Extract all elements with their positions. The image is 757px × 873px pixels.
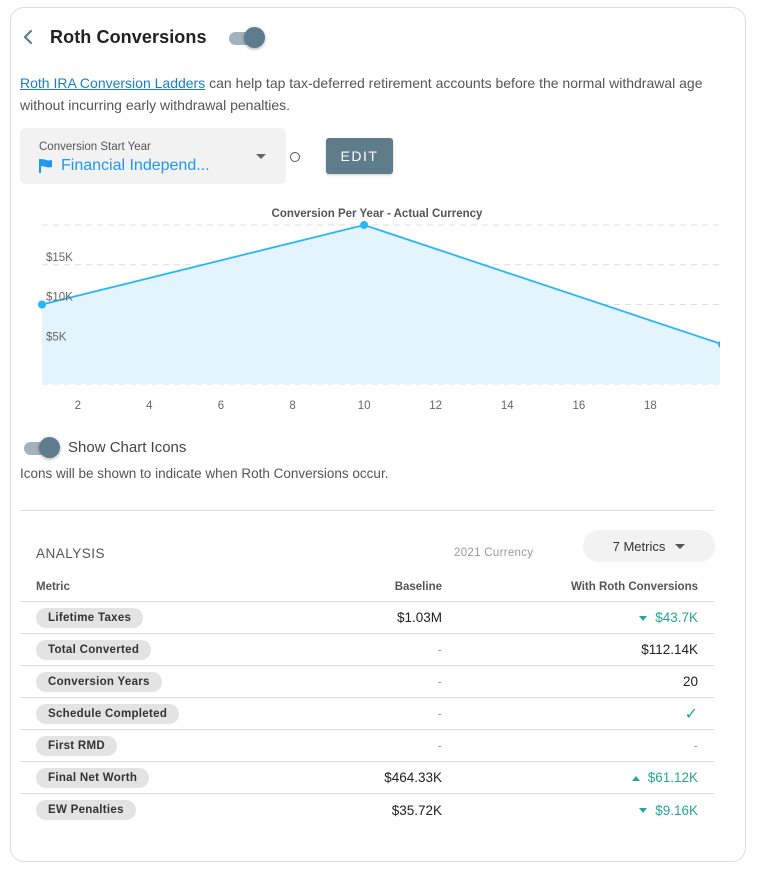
metric-cell: Schedule Completed xyxy=(20,703,320,724)
metric-cell: Conversion Years xyxy=(20,671,320,692)
roth-cell: 20 xyxy=(442,674,714,689)
baseline-cell: - xyxy=(437,706,443,721)
column-header-roth: With Roth Conversions xyxy=(570,580,698,593)
description: Roth IRA Conversion Ladders can help tap… xyxy=(20,72,720,116)
metric-pill[interactable]: EW Penalties xyxy=(36,800,136,820)
metric-cell: Total Converted xyxy=(20,639,320,660)
table-row: Schedule Completed - ✓ xyxy=(20,698,714,730)
trend-up-icon xyxy=(631,775,640,781)
analysis-table: Metric Baseline With Roth Conversions Li… xyxy=(20,572,714,826)
roth-value: $43.7K xyxy=(655,610,698,625)
page-title: Roth Conversions xyxy=(50,26,207,47)
conversion-start-year-select[interactable]: Conversion Start Year Financial Independ… xyxy=(20,128,286,184)
x-tick-label: 8 xyxy=(289,400,295,412)
table-header: Metric Baseline With Roth Conversions xyxy=(20,572,714,602)
roth-cell: ✓ xyxy=(442,704,714,724)
metric-pill[interactable]: Lifetime Taxes xyxy=(36,607,144,628)
roth-cell: $112.14K xyxy=(442,642,714,657)
baseline-cell: - xyxy=(437,674,443,689)
table-row: Total Converted - $112.14K xyxy=(20,634,714,666)
metric-pill[interactable]: Final Net Worth xyxy=(36,767,150,788)
y-tick-label: $15K xyxy=(46,252,73,264)
x-tick-label: 12 xyxy=(429,400,442,412)
metric-cell: EW Penalties xyxy=(20,800,320,820)
divider xyxy=(20,510,714,511)
edit-button[interactable]: EDIT xyxy=(326,138,393,174)
radio-button[interactable] xyxy=(290,152,300,162)
data-point[interactable] xyxy=(38,300,46,309)
table-row: Lifetime Taxes $1.03M $43.7K xyxy=(20,602,714,634)
x-tick-label: 6 xyxy=(218,400,224,412)
toggle-thumb xyxy=(39,437,60,458)
baseline-cell: $35.72K xyxy=(391,802,442,818)
chart-title: Conversion Per Year - Actual Currency xyxy=(272,208,484,220)
roth-value: $61.12K xyxy=(647,770,698,785)
show-chart-icons-toggle[interactable] xyxy=(22,436,60,458)
select-value-text: Financial Independ... xyxy=(61,157,210,174)
currency-label: 2021 Currency xyxy=(454,547,534,559)
x-tick-label: 2 xyxy=(75,400,81,412)
roth-cell: $43.7K xyxy=(442,610,714,625)
chevron-left-icon[interactable] xyxy=(20,27,36,47)
roth-cell: - xyxy=(442,738,714,753)
baseline-cell: $464.33K xyxy=(384,770,442,785)
chevron-down-icon xyxy=(256,154,266,159)
chart-icons-description: Icons will be shown to indicate when Rot… xyxy=(20,466,389,481)
data-point[interactable] xyxy=(360,221,369,229)
metrics-dropdown-label: 7 Metrics xyxy=(612,538,666,554)
chevron-down-icon xyxy=(675,543,686,549)
roth-cell: $61.12K xyxy=(442,770,714,785)
table-row: First RMD - - xyxy=(20,730,714,762)
select-label: Conversion Start Year xyxy=(39,141,151,153)
trend-down-icon xyxy=(639,808,648,814)
table-row: Final Net Worth $464.33K $61.12K xyxy=(20,762,714,794)
baseline-cell: - xyxy=(437,642,443,657)
metric-cell: Final Net Worth xyxy=(20,767,320,788)
show-chart-icons-row: Show Chart Icons xyxy=(22,436,186,458)
roth-cell: $9.16K xyxy=(442,803,714,818)
select-value: Financial Independ... xyxy=(39,157,210,175)
analysis-title: ANALYSIS xyxy=(36,546,106,561)
x-tick-label: 10 xyxy=(358,400,371,412)
metric-cell: Lifetime Taxes xyxy=(20,607,320,628)
baseline-cell: $1.03M xyxy=(396,610,442,625)
baseline-cell: - xyxy=(437,738,443,753)
toggle-thumb xyxy=(243,27,265,48)
y-tick-label: $10K xyxy=(46,292,73,304)
column-header-baseline: Baseline xyxy=(394,580,442,593)
roth-value: 20 xyxy=(682,674,698,689)
x-tick-label: 4 xyxy=(146,400,153,412)
roth-value: - xyxy=(693,738,699,753)
roth-value: $9.16K xyxy=(655,802,698,818)
metric-pill[interactable]: Total Converted xyxy=(36,639,152,660)
metrics-dropdown[interactable]: 7 Metrics xyxy=(583,530,715,562)
table-row: EW Penalties $35.72K $9.16K xyxy=(20,794,714,826)
conversion-chart: $5K $10K $15K 2 4 6 8 10 12 14 16 18 Conversion Pe… xyxy=(20,196,720,418)
x-tick-label: 18 xyxy=(644,400,657,412)
roth-value: $112.14K xyxy=(641,642,698,657)
table-body: Lifetime Taxes $1.03M $43.7K Total Converte… xyxy=(20,602,714,826)
metric-pill[interactable]: Conversion Years xyxy=(36,671,162,692)
header: Roth Conversions xyxy=(20,24,265,50)
show-chart-icons-label: Show Chart Icons xyxy=(68,438,187,456)
checkmark-icon: ✓ xyxy=(684,705,698,723)
metric-cell: First RMD xyxy=(20,735,320,756)
flag-icon xyxy=(39,159,52,173)
table-row: Conversion Years - 20 xyxy=(20,666,714,698)
chart-svg: $5K $10K $15K 2 4 6 8 10 12 14 16 18 Conversion Pe… xyxy=(38,208,720,412)
x-tick-label: 16 xyxy=(572,400,585,412)
trend-down-icon xyxy=(639,615,648,621)
y-tick-label: $5K xyxy=(46,331,67,343)
roth-conversions-toggle[interactable] xyxy=(227,26,265,48)
roth-ladder-link[interactable]: Roth IRA Conversion Ladders xyxy=(20,75,205,91)
x-tick-label: 14 xyxy=(501,400,514,412)
metric-pill[interactable]: First RMD xyxy=(36,735,118,756)
x-axis-ticks: 2 4 6 8 10 12 14 16 18 xyxy=(75,400,657,412)
metric-pill[interactable]: Schedule Completed xyxy=(36,703,180,724)
column-header-metric: Metric xyxy=(36,580,70,593)
